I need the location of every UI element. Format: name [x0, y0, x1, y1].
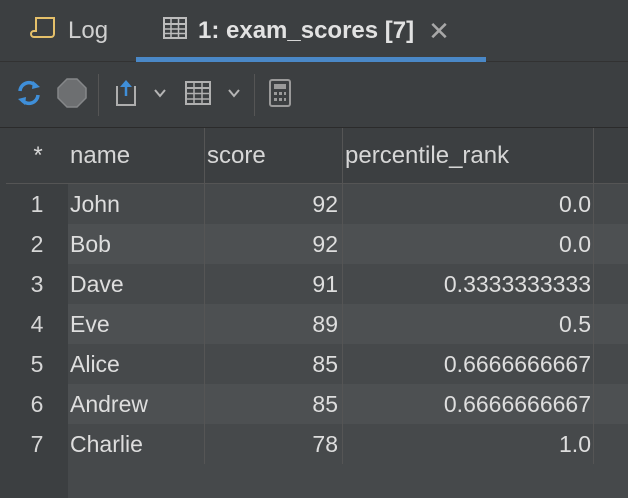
cell-percentile-rank[interactable]: 0.3333333333 [343, 264, 594, 304]
stop-button[interactable] [56, 77, 88, 114]
cell-percentile-rank[interactable]: 0.6666666667 [343, 344, 594, 384]
refresh-button[interactable] [14, 79, 44, 111]
table-view-icon [184, 79, 212, 112]
calculator-icon [268, 78, 292, 113]
cell-score[interactable]: 91 [205, 264, 343, 304]
cell-score[interactable]: 78 [205, 424, 343, 464]
table-row[interactable]: Eve 89 0.5 [68, 304, 628, 344]
scroll-icon [30, 15, 58, 48]
row-number[interactable]: 3 [6, 264, 68, 304]
stop-icon [56, 77, 88, 114]
calculator-button[interactable] [268, 78, 292, 113]
table-row[interactable]: Charlie 78 1.0 [68, 424, 628, 464]
row-number[interactable]: 5 [6, 344, 68, 384]
cell-name[interactable]: Eve [68, 304, 205, 344]
corner-label: * [33, 141, 43, 169]
table-row[interactable]: John 92 0.0 [68, 184, 628, 224]
cell-name[interactable]: Charlie [68, 424, 205, 464]
cell-percentile-rank[interactable]: 0.0 [343, 224, 594, 264]
row-number[interactable]: 1 [6, 184, 68, 224]
tab-bar: Log 1: exam_scores [7] ✕ [0, 0, 628, 62]
data-grid: * name score percentile_rank 1 John 92 0… [6, 128, 628, 498]
chevron-down-icon [226, 85, 242, 106]
cell-percentile-rank[interactable]: 0.5 [343, 304, 594, 344]
export-button[interactable] [112, 79, 140, 111]
table-icon [162, 15, 188, 48]
cell-name[interactable]: Bob [68, 224, 205, 264]
toolbar-separator [98, 74, 99, 116]
cell-score[interactable]: 92 [205, 184, 343, 224]
row-number[interactable]: 7 [6, 424, 68, 464]
cell-score[interactable]: 85 [205, 344, 343, 384]
table-view-button[interactable] [184, 79, 212, 111]
cell-name[interactable]: Andrew [68, 384, 205, 424]
cell-percentile-rank[interactable]: 0.6666666667 [343, 384, 594, 424]
cell-score[interactable]: 92 [205, 224, 343, 264]
column-header-label: score [207, 141, 266, 169]
refresh-icon [14, 78, 44, 113]
cell-score[interactable]: 89 [205, 304, 343, 344]
column-header-filler [594, 128, 628, 184]
export-icon [112, 78, 140, 113]
column-header-name[interactable]: name [68, 128, 205, 184]
cell-score[interactable]: 85 [205, 384, 343, 424]
tab-exam-scores-label: 1: exam_scores [7] [198, 17, 415, 44]
row-number[interactable]: 2 [6, 224, 68, 264]
cell-name[interactable]: Dave [68, 264, 205, 304]
row-number[interactable]: 4 [6, 304, 68, 344]
column-header-percentile-rank[interactable]: percentile_rank [343, 128, 594, 184]
table-row[interactable]: Dave 91 0.3333333333 [68, 264, 628, 304]
column-header-label: name [70, 141, 131, 169]
table-row[interactable]: Andrew 85 0.6666666667 [68, 384, 628, 424]
tab-log[interactable]: Log [30, 0, 108, 62]
row-number[interactable]: 6 [6, 384, 68, 424]
cell-name[interactable]: John [68, 184, 205, 224]
toolbar-separator [254, 74, 255, 116]
table-row[interactable]: Alice 85 0.6666666667 [68, 344, 628, 384]
cell-name[interactable]: Alice [68, 344, 205, 384]
column-header-label: percentile_rank [345, 141, 510, 169]
select-all-corner[interactable]: * [6, 128, 68, 184]
export-dropdown[interactable] [152, 79, 168, 111]
close-icon[interactable]: ✕ [428, 16, 450, 47]
cell-percentile-rank[interactable]: 0.0 [343, 184, 594, 224]
toolbar [0, 62, 628, 128]
cell-percentile-rank[interactable]: 1.0 [343, 424, 594, 464]
tab-log-label: Log [68, 17, 109, 44]
chevron-down-icon [152, 85, 168, 106]
tab-exam-scores[interactable]: 1: exam_scores [7] ✕ [136, 0, 486, 62]
table-row[interactable]: Bob 92 0.0 [68, 224, 628, 264]
column-header-score[interactable]: score [205, 128, 343, 184]
table-view-dropdown[interactable] [226, 79, 242, 111]
